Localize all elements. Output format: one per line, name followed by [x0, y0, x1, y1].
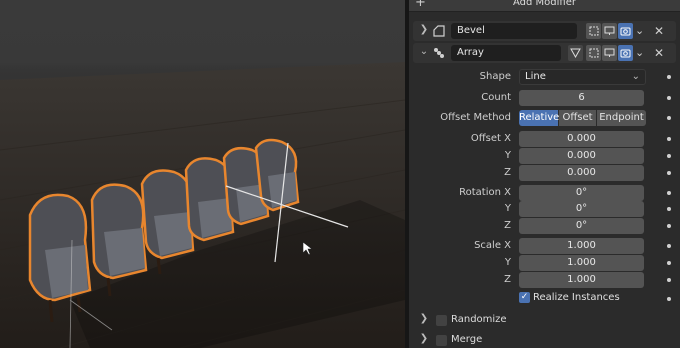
chevron-right-icon[interactable]: ❯ — [419, 313, 429, 324]
keyframe-dot[interactable] — [667, 207, 671, 211]
edit-mode-toggle[interactable] — [586, 23, 601, 39]
chevron-down-icon[interactable]: ⌄ — [635, 24, 644, 38]
scale-z-field[interactable]: 1.000 — [519, 272, 644, 288]
keyframe-dot[interactable] — [667, 261, 671, 265]
array-icon — [434, 48, 444, 58]
bevel-icon — [433, 25, 445, 37]
offset-method-label: Offset Method — [440, 112, 511, 123]
scale-x-field[interactable]: 1.000 — [519, 238, 644, 254]
offset-method-selector: Relative Offset Endpoint — [519, 110, 646, 126]
realize-instances-label: Realize Instances — [533, 292, 620, 303]
offset-x-label: Offset X — [470, 133, 511, 144]
add-modifier-label: Add Modifier — [513, 0, 576, 8]
offset-method-endpoint[interactable]: Endpoint — [597, 110, 646, 126]
viewport-display-toggle[interactable] — [602, 23, 617, 39]
camera-icon — [620, 49, 631, 58]
offset-method-offset[interactable]: Offset — [559, 110, 597, 126]
keyframe-dot[interactable] — [667, 191, 671, 195]
render-toggle[interactable] — [618, 45, 633, 61]
scale-x-label: Scale X — [474, 240, 511, 251]
viewport-display-toggle[interactable] — [602, 45, 617, 61]
rotation-y-field[interactable]: 0° — [519, 201, 644, 217]
offset-z-field[interactable]: 0.000 — [519, 165, 644, 181]
monitor-icon — [604, 48, 615, 57]
chevron-right-icon[interactable]: ❯ — [419, 24, 429, 35]
render-toggle[interactable] — [618, 23, 633, 39]
properties-panel: + Add Modifier ❯ Bevel ⌄ ✕ ⌄ Array ⌄ ✕ S… — [409, 0, 680, 348]
edit-mode-icon — [589, 26, 598, 36]
rotation-z-field[interactable]: 0° — [519, 218, 644, 234]
offset-z-label: Z — [504, 167, 511, 178]
keyframe-dot[interactable] — [667, 224, 671, 228]
rotation-x-label: Rotation X — [459, 187, 511, 198]
array-modifier-header[interactable]: ⌄ Array ⌄ ✕ — [413, 43, 676, 63]
chair[interactable] — [254, 138, 300, 212]
close-icon[interactable]: ✕ — [654, 24, 664, 38]
offset-y-label: Y — [504, 150, 511, 161]
scale-y-field[interactable]: 1.000 — [519, 255, 644, 271]
keyframe-dot[interactable] — [667, 96, 671, 100]
randomize-checkbox[interactable] — [436, 315, 447, 326]
keyframe-dot[interactable] — [667, 137, 671, 141]
count-field[interactable]: 6 — [519, 90, 644, 106]
merge-label: Merge — [451, 334, 483, 345]
edit-mode-icon — [589, 48, 598, 58]
offset-method-relative[interactable]: Relative — [519, 110, 559, 126]
chevron-down-icon[interactable]: ⌄ — [419, 46, 429, 57]
offset-x-field[interactable]: 0.000 — [519, 131, 644, 147]
on-cage-toggle[interactable] — [568, 45, 583, 61]
scale-y-label: Y — [504, 257, 511, 268]
vertex-triangle-icon — [570, 48, 581, 58]
keyframe-dot[interactable] — [667, 75, 671, 79]
merge-checkbox[interactable] — [436, 335, 447, 346]
bevel-modifier-header[interactable]: ❯ Bevel ⌄ ✕ — [413, 21, 676, 41]
modifier-name-field[interactable]: Bevel — [451, 23, 577, 39]
keyframe-dot[interactable] — [667, 278, 671, 282]
count-label: Count — [481, 92, 511, 103]
merge-subpanel[interactable]: ❯ Merge — [413, 331, 676, 348]
close-icon[interactable]: ✕ — [654, 46, 664, 60]
monitor-icon — [604, 26, 615, 35]
3d-viewport[interactable] — [0, 0, 405, 348]
keyframe-dot[interactable] — [667, 154, 671, 158]
modifier-name-field[interactable]: Array — [451, 45, 561, 61]
shape-value: Line — [525, 71, 546, 82]
add-modifier-button[interactable]: + Add Modifier — [409, 0, 680, 12]
keyframe-dot[interactable] — [667, 244, 671, 248]
shape-select[interactable]: Line ⌄ — [519, 69, 646, 85]
edit-mode-toggle[interactable] — [586, 45, 601, 61]
realize-instances-checkbox[interactable]: ✓ — [519, 292, 530, 303]
keyframe-dot[interactable] — [667, 171, 671, 175]
camera-icon — [620, 27, 631, 36]
keyframe-dot[interactable] — [667, 116, 671, 120]
viewport-scene — [0, 62, 405, 348]
rotation-x-field[interactable]: 0° — [519, 185, 644, 201]
keyframe-dot[interactable] — [667, 297, 671, 301]
offset-y-field[interactable]: 0.000 — [519, 148, 644, 164]
chevron-down-icon[interactable]: ⌄ — [635, 46, 644, 60]
rotation-y-label: Y — [504, 203, 511, 214]
shape-label: Shape — [479, 71, 511, 82]
randomize-label: Randomize — [451, 314, 507, 325]
scale-z-label: Z — [504, 274, 511, 285]
chevron-down-icon: ⌄ — [631, 71, 640, 82]
chevron-right-icon[interactable]: ❯ — [419, 333, 429, 344]
randomize-subpanel[interactable]: ❯ Randomize — [413, 311, 676, 329]
rotation-z-label: Z — [504, 220, 511, 231]
